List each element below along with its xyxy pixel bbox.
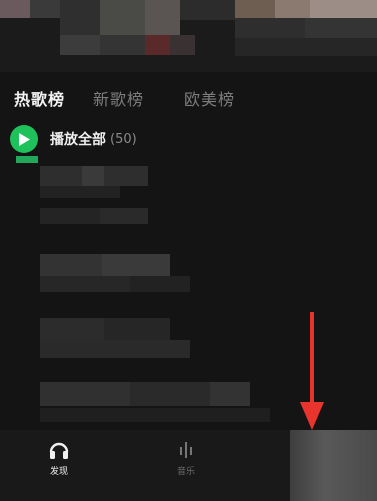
headphones-icon (49, 442, 69, 459)
obscured-nav-area (290, 430, 377, 501)
now-playing-indicator (16, 156, 38, 163)
nav-music-label: 音乐 (176, 467, 195, 477)
list-item[interactable] (0, 204, 377, 244)
tab-hot-songs[interactable]: 热歌榜 (14, 86, 65, 110)
play-all-button[interactable]: 播放全部 (50) (10, 124, 137, 154)
annotation-arrow-icon (300, 312, 324, 430)
equalizer-icon (180, 442, 192, 458)
nav-discover[interactable]: 发现 (29, 440, 89, 496)
banner-image[interactable] (0, 0, 377, 72)
tab-new-songs[interactable]: 新歌榜 (93, 86, 144, 110)
list-item[interactable] (0, 164, 377, 204)
play-all-label: 播放全部 (50, 132, 106, 148)
nav-discover-label: 发现 (49, 467, 68, 477)
list-item[interactable] (0, 252, 377, 292)
bottom-navigation: 发现 音乐 (0, 430, 377, 501)
song-count: (50) (110, 131, 137, 147)
tab-western-songs[interactable]: 欧美榜 (184, 86, 235, 110)
nav-music[interactable]: 音乐 (156, 440, 216, 496)
play-icon (10, 125, 38, 153)
chart-tabs: 热歌榜 新歌榜 欧美榜 (0, 82, 377, 114)
